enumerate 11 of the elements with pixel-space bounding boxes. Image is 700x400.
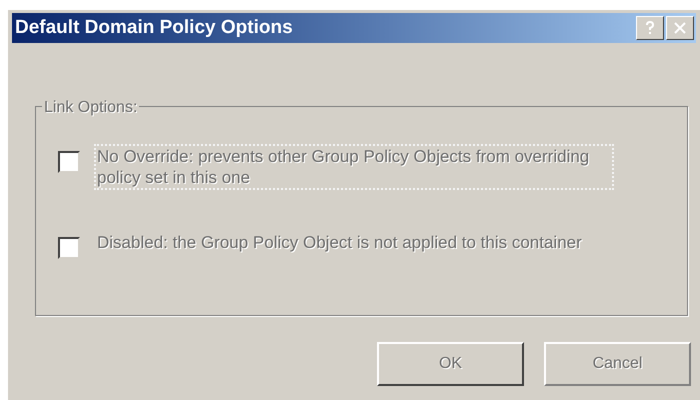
ok-button[interactable]: OK: [377, 342, 524, 386]
checkbox[interactable]: [58, 237, 80, 259]
option-label: No Override: prevents other Group Policy Objects from overriding policy set in this one: [94, 144, 614, 190]
close-icon: [674, 22, 686, 34]
question-mark-icon: [645, 21, 655, 35]
checkbox[interactable]: [58, 151, 80, 173]
window-title: Default Domain Policy Options: [15, 16, 293, 40]
cancel-button[interactable]: Cancel: [544, 342, 691, 386]
option-label: Disabled: the Group Policy Object is not applied to this container: [96, 232, 583, 254]
help-button[interactable]: [636, 16, 664, 40]
close-button[interactable]: [666, 16, 694, 40]
